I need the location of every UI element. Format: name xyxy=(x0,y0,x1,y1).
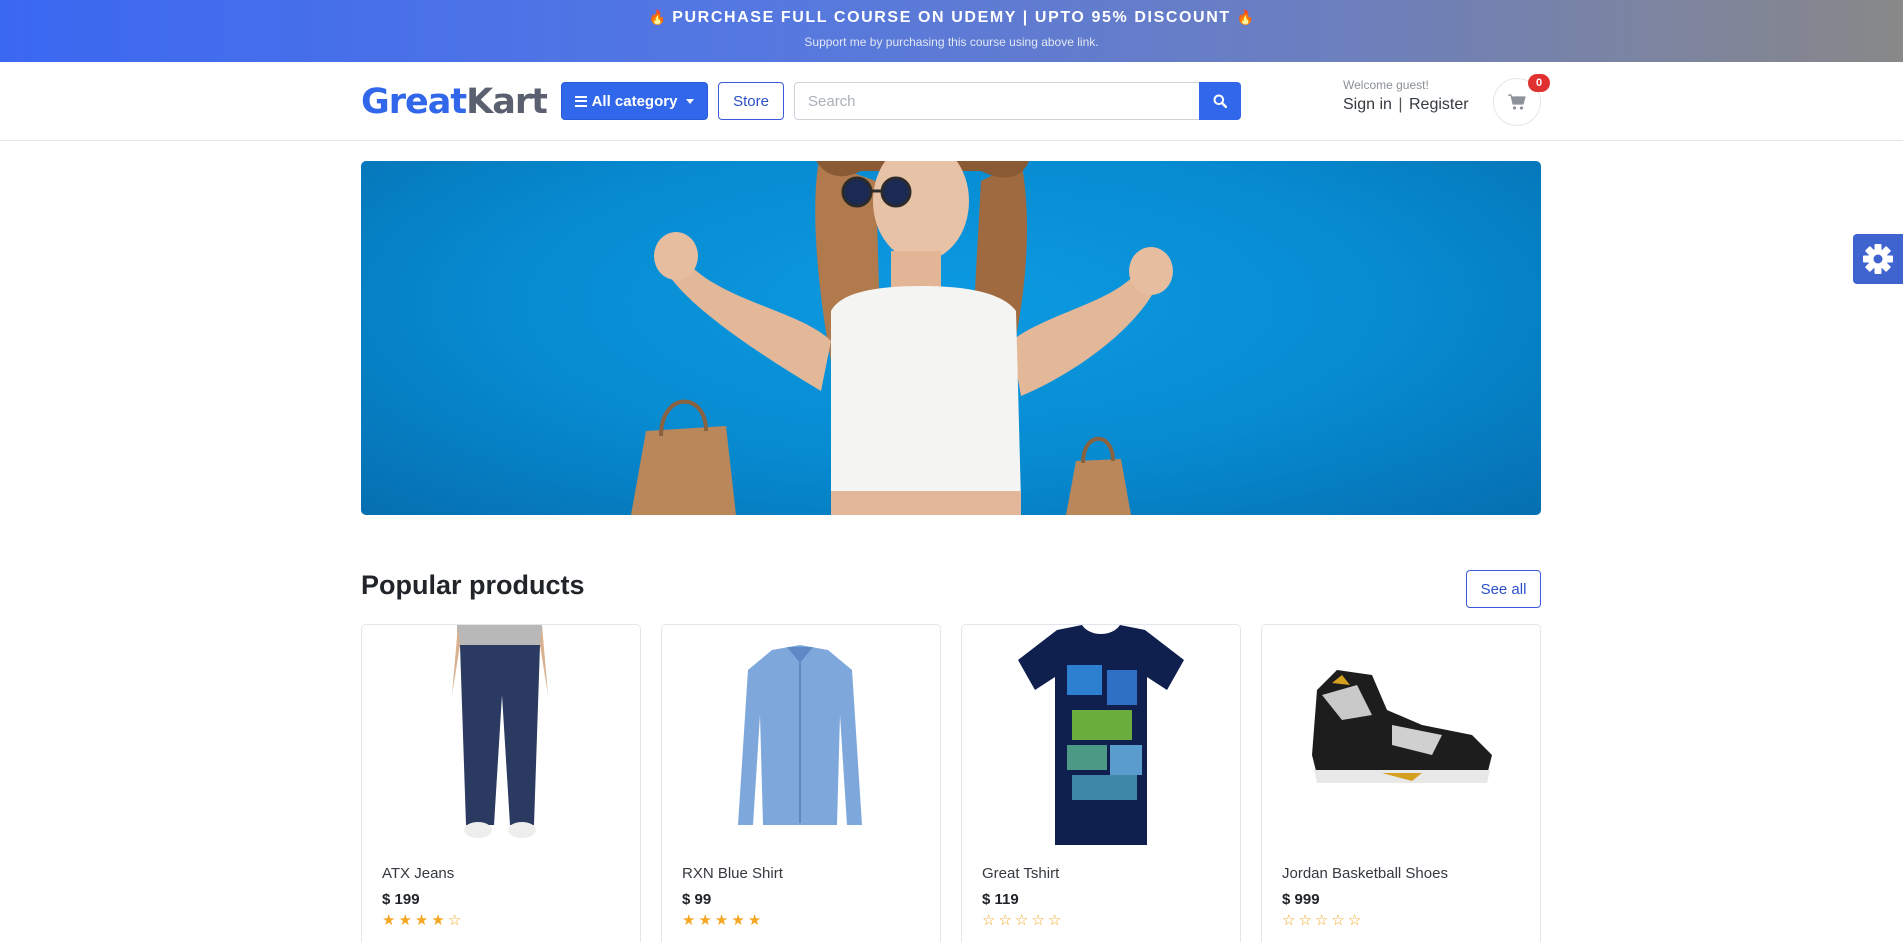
hero-banner[interactable] xyxy=(361,161,1541,515)
star-filled-icon: ★ xyxy=(682,912,696,929)
star-empty-icon: ☆ xyxy=(998,912,1012,929)
star-filled-icon: ★ xyxy=(698,912,712,929)
store-button[interactable]: Store xyxy=(718,82,784,120)
cart-count-badge: 0 xyxy=(1528,74,1550,92)
product-name[interactable]: ATX Jeans xyxy=(382,865,454,882)
star-empty-icon: ☆ xyxy=(1014,912,1029,929)
gear-icon xyxy=(1863,244,1893,274)
star-empty-icon: ☆ xyxy=(447,912,462,929)
product-price: $ 99 xyxy=(682,891,712,908)
star-empty-icon: ☆ xyxy=(1298,912,1312,929)
star-filled-icon: ★ xyxy=(398,912,412,929)
product-image-jeans xyxy=(452,625,548,838)
promo-banner[interactable]: 🔥 PURCHASE FULL COURSE ON UDEMY | UPTO 9… xyxy=(0,0,1903,62)
sign-in-link[interactable]: Sign in xyxy=(1343,96,1392,113)
product-image-blue-shirt xyxy=(738,645,862,825)
star-filled-icon: ★ xyxy=(747,912,762,929)
star-empty-icon: ☆ xyxy=(1331,912,1345,929)
product-rating: ★ ★ ★ ★ ☆ xyxy=(382,913,461,928)
star-empty-icon: ☆ xyxy=(1047,912,1062,929)
product-rating: ☆ ☆ ☆ ☆ ☆ xyxy=(982,913,1061,928)
section-title: Popular products xyxy=(361,570,585,600)
welcome-text: Welcome guest! xyxy=(1343,78,1429,92)
site-header: GreatKart All category Store Search Welc… xyxy=(0,62,1903,141)
promo-title[interactable]: 🔥 PURCHASE FULL COURSE ON UDEMY | UPTO 9… xyxy=(0,9,1903,27)
product-image-tshirt xyxy=(1018,625,1184,845)
product-price: $ 999 xyxy=(1282,891,1320,908)
fire-icon: 🔥 xyxy=(648,9,667,25)
cart-icon xyxy=(1508,94,1526,110)
product-card[interactable]: RXN Blue Shirt $ 99 ★ ★ ★ ★ ★ xyxy=(661,624,941,942)
product-image-shoes xyxy=(1312,670,1492,783)
all-category-label: All category xyxy=(591,92,678,110)
promo-subtitle: Support me by purchasing this course usi… xyxy=(804,35,1099,49)
caret-down-icon xyxy=(686,98,695,104)
star-filled-icon: ★ xyxy=(382,912,396,929)
all-category-button[interactable]: All category xyxy=(561,82,708,120)
fire-icon: 🔥 xyxy=(1236,9,1255,25)
product-rating: ★ ★ ★ ★ ★ xyxy=(682,913,761,928)
search-input[interactable]: Search xyxy=(794,82,1200,120)
product-price: $ 199 xyxy=(382,891,420,908)
star-empty-icon: ☆ xyxy=(982,912,996,929)
logo-part-kart: Kart xyxy=(466,82,548,122)
star-empty-icon: ☆ xyxy=(1347,912,1362,929)
hero-model-image xyxy=(631,161,1173,515)
see-all-button[interactable]: See all xyxy=(1466,570,1541,608)
register-link[interactable]: Register xyxy=(1409,96,1469,113)
search-button[interactable] xyxy=(1199,82,1241,120)
promo-title-text[interactable]: PURCHASE FULL COURSE ON UDEMY | UPTO 95%… xyxy=(672,9,1231,26)
star-filled-icon: ★ xyxy=(714,912,729,929)
product-name[interactable]: Great Tshirt xyxy=(982,865,1059,882)
star-filled-icon: ★ xyxy=(731,912,745,929)
product-price: $ 119 xyxy=(982,891,1019,908)
star-empty-icon: ☆ xyxy=(1031,912,1045,929)
star-filled-icon: ★ xyxy=(431,912,445,929)
auth-separator: | xyxy=(1398,96,1403,113)
product-card[interactable]: ATX Jeans $ 199 ★ ★ ★ ★ ☆ xyxy=(361,624,641,942)
logo[interactable]: GreatKart xyxy=(361,82,548,122)
star-empty-icon: ☆ xyxy=(1314,912,1329,929)
product-rating: ☆ ☆ ☆ ☆ ☆ xyxy=(1282,913,1361,928)
star-filled-icon: ★ xyxy=(414,912,429,929)
auth-links: Sign in | Register xyxy=(1343,96,1469,114)
product-name[interactable]: Jordan Basketball Shoes xyxy=(1282,865,1448,882)
settings-button[interactable] xyxy=(1853,234,1903,284)
logo-part-great: Great xyxy=(361,82,467,122)
menu-icon xyxy=(574,95,587,107)
product-name[interactable]: RXN Blue Shirt xyxy=(682,865,783,882)
search-icon xyxy=(1213,94,1227,108)
product-card[interactable]: Jordan Basketball Shoes $ 999 ☆ ☆ ☆ ☆ ☆ xyxy=(1261,624,1541,942)
star-empty-icon: ☆ xyxy=(1282,912,1296,929)
product-card[interactable]: Great Tshirt $ 119 ☆ ☆ ☆ ☆ ☆ xyxy=(961,624,1241,942)
